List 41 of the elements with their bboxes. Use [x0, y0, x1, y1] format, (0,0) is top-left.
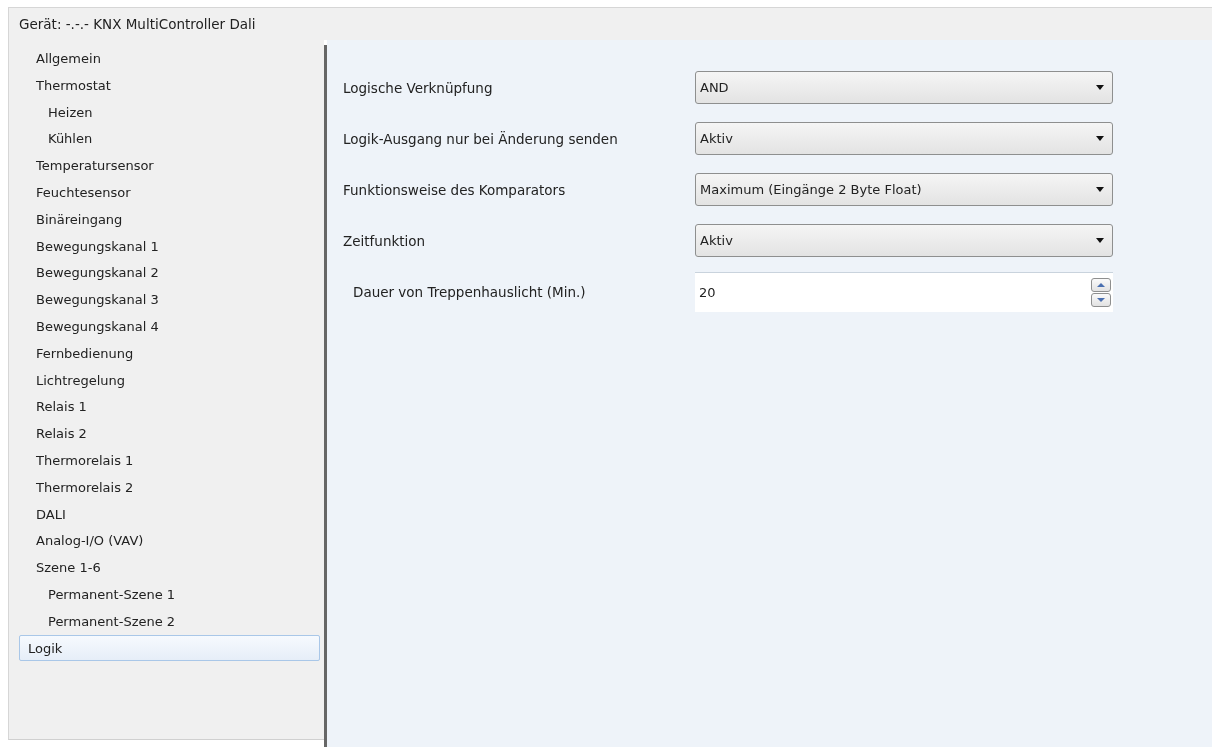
caret-icon — [1096, 85, 1104, 90]
down-arrow-icon — [1097, 297, 1105, 302]
sidebar-item[interactable]: DALI — [13, 500, 320, 528]
sidebar-item[interactable]: Permanent-Szene 1 — [13, 580, 320, 608]
sidebar-item[interactable]: Relais 2 — [13, 420, 320, 447]
sidebar-item[interactable]: Lichtregelung — [13, 366, 320, 394]
spin-down-button[interactable] — [1091, 292, 1111, 307]
sidebar-item[interactable]: Relais 1 — [13, 393, 320, 421]
sidebar-item[interactable]: Bewegungskanal 1 — [13, 232, 320, 260]
sidebar-item[interactable]: Thermostat — [13, 71, 320, 99]
sidebar-item[interactable]: Bewegungskanal 2 — [13, 259, 320, 287]
dropdown[interactable]: AND — [695, 71, 1113, 104]
sidebar-item[interactable]: Temperatursensor — [13, 152, 320, 179]
dropdown[interactable]: Aktiv — [695, 224, 1113, 257]
sidebar-item[interactable]: Heizen — [13, 98, 320, 126]
sidebar-item[interactable]: Szene 1-6 — [13, 554, 320, 581]
sidebar-item[interactable]: Thermorelais 1 — [13, 446, 320, 474]
sidebar-item[interactable]: Analog-I/O (VAV) — [13, 527, 320, 555]
parameter-label: Logik-Ausgang nur bei Änderung senden — [343, 130, 619, 147]
parameter-label: Zeitfunktion — [343, 232, 427, 249]
caret-icon — [1096, 136, 1104, 141]
parameter-label: Logische Verknüpfung — [343, 79, 494, 96]
sidebar-item[interactable]: Feuchtesensor — [13, 179, 320, 206]
window-title: Gerät: -.-.- KNX MultiController Dali — [19, 16, 256, 32]
sidebar-item[interactable]: Permanent-Szene 2 — [13, 607, 320, 635]
sidebar-item[interactable]: Bewegungskanal 3 — [13, 286, 320, 313]
spin-up-button[interactable] — [1091, 277, 1111, 292]
sidebar-item[interactable]: Thermorelais 2 — [13, 473, 320, 501]
sidebar-item[interactable]: Logik — [19, 634, 320, 662]
dropdown[interactable]: Aktiv — [695, 122, 1113, 155]
sidebar-item[interactable]: Binäreingang — [13, 205, 320, 233]
sidebar-item[interactable]: Bewegungskanal 4 — [13, 312, 320, 340]
sidebar-item[interactable]: Fernbedienung — [13, 339, 320, 367]
parameter-label: Funktionsweise des Komparators — [343, 181, 567, 198]
sidebar-item[interactable]: Allgemein — [13, 45, 320, 72]
caret-icon — [1096, 187, 1104, 192]
dropdown[interactable]: Maximum (Eingänge 2 Byte Float) — [695, 173, 1113, 206]
up-arrow-icon — [1097, 282, 1105, 287]
caret-icon — [1096, 238, 1104, 243]
parameter-label: Dauer von Treppenhauslicht (Min.) — [352, 283, 587, 300]
sidebar-item[interactable]: Kühlen — [13, 125, 320, 153]
